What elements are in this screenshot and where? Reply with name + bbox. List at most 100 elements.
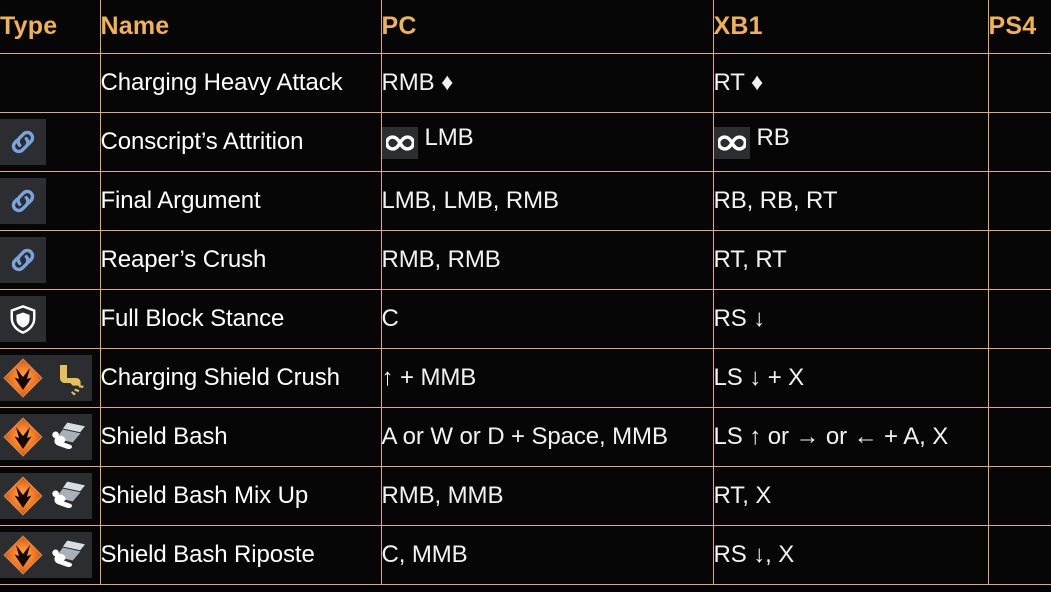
cell-move-name: Shield Bash Mix Up	[99, 465, 382, 526]
cell-xb1-input-label: RT, RT	[713, 245, 787, 273]
cell-pc-input: LMB, LMB, RMB	[380, 170, 714, 231]
cell-xb1-input: RB, RB, RT	[712, 170, 989, 231]
cell-ps4-input	[987, 524, 1051, 585]
cell-pc-input: A or W or D + Space, MMB	[380, 406, 714, 467]
shield-stance-icon	[0, 295, 46, 342]
cell-xb1-input-label: RB	[756, 124, 790, 151]
table-row: Charging Heavy Attack RMB ♦ RT ♦	[0, 52, 1051, 113]
cell-pc-input-label: RMB ♦	[381, 68, 454, 96]
cell-pc-input: RMB, RMB	[380, 229, 714, 290]
cell-move-name: Final Argument	[99, 170, 382, 231]
cell-type	[0, 111, 101, 172]
column-header-xb1[interactable]: XB1	[712, 0, 989, 54]
cell-move-name: Shield Bash Riposte	[99, 524, 382, 585]
table-row: Conscript’s Attrition LMB RB	[0, 111, 1051, 172]
cell-type	[0, 170, 101, 231]
table-row: Full Block Stance C RS ↓	[0, 288, 1051, 349]
cell-move-name: Full Block Stance	[99, 288, 382, 349]
cell-pc-input-label: C, MMB	[381, 540, 468, 568]
column-header-name[interactable]: Name	[99, 0, 382, 54]
cell-xb1-input-label: RT ♦	[713, 68, 764, 96]
cell-type	[0, 465, 101, 526]
cell-pc-input-label: LMB	[424, 124, 474, 151]
cell-ps4-input	[987, 465, 1051, 526]
cell-xb1-input-label: RB, RB, RT	[713, 186, 838, 214]
kick-boot-icon	[46, 354, 92, 401]
table-row: Shield Bash Mix Up RMB, MMB RT, X	[0, 465, 1051, 526]
cell-pc-input-label: LMB, LMB, RMB	[381, 186, 560, 214]
cell-ps4-input	[987, 170, 1051, 231]
unblockable-icon	[0, 472, 46, 519]
type-icon-group	[0, 472, 100, 519]
shield-bash-icon	[46, 413, 92, 460]
cell-xb1-input: LS ↓ + X	[712, 347, 989, 408]
cell-xb1-input: RS ↓	[712, 288, 989, 349]
cell-ps4-input	[987, 111, 1051, 172]
cell-xb1-input: RT, RT	[712, 229, 989, 290]
unblockable-icon	[0, 354, 46, 401]
cell-pc-input-label: RMB, RMB	[381, 245, 501, 273]
cell-pc-input-label: ↑ + MMB	[381, 363, 477, 391]
cell-pc-input: ↑ + MMB	[380, 347, 714, 408]
type-icon-group	[0, 118, 100, 165]
cell-pc-input: C	[380, 288, 714, 349]
cell-xb1-input-label: RS ↓, X	[713, 540, 795, 568]
table-row: Shield Bash Riposte C, MMB RS ↓, X	[0, 524, 1051, 585]
column-header-pc[interactable]: PC	[380, 0, 714, 54]
shield-bash-icon	[46, 472, 92, 519]
column-header-ps4[interactable]: PS4	[987, 0, 1051, 54]
cell-xb1-input-label: RT, X	[713, 481, 772, 509]
cell-ps4-input	[987, 229, 1051, 290]
type-icon-group	[0, 295, 100, 342]
cell-xb1-input: RT ♦	[712, 52, 989, 113]
cell-move-name: Reaper’s Crush	[99, 229, 382, 290]
cell-xb1-input: RS ↓, X	[712, 524, 989, 585]
moveset-table: Type Name PC XB1 PS4 Charging Heavy Atta…	[0, 0, 1051, 585]
chain-link-icon	[0, 177, 46, 224]
type-icon-group	[0, 531, 100, 578]
type-icon-group	[0, 354, 100, 401]
cell-move-name: Conscript’s Attrition	[99, 111, 382, 172]
type-icon-group	[0, 236, 100, 283]
cell-move-name: Charging Heavy Attack	[99, 52, 382, 113]
cell-xb1-input-label: LS ↑ or → or ← + A, X	[713, 422, 949, 450]
cell-xb1-input-label: RS ↓	[713, 304, 766, 332]
table-row: Charging Shield Crush ↑ + MMB LS ↓ + X	[0, 347, 1051, 408]
unblockable-icon	[0, 413, 46, 460]
cell-type	[0, 524, 101, 585]
cell-type	[0, 288, 101, 349]
cell-pc-input-label: C	[381, 304, 399, 332]
table-header: Type Name PC XB1 PS4	[0, 0, 1051, 54]
cell-ps4-input	[987, 288, 1051, 349]
table-row: Reaper’s Crush RMB, RMB RT, RT	[0, 229, 1051, 290]
table-row: Shield Bash A or W or D + Space, MMB LS ↑ …	[0, 406, 1051, 467]
cell-ps4-input	[987, 347, 1051, 408]
table-header-row: Type Name PC XB1 PS4	[0, 0, 1051, 54]
cell-pc-input: RMB ♦	[380, 52, 714, 113]
cell-xb1-input: RB	[712, 111, 989, 172]
type-icon-group	[0, 177, 100, 224]
table-body: Charging Heavy Attack RMB ♦ RT ♦ Conscript…	[0, 52, 1051, 585]
cell-type	[0, 52, 101, 113]
cell-type	[0, 347, 101, 408]
chain-link-icon	[0, 118, 46, 165]
infinity-icon	[381, 127, 418, 159]
cell-move-name: Shield Bash	[99, 406, 382, 467]
cell-ps4-input	[987, 52, 1051, 113]
table-row: Final Argument LMB, LMB, RMB RB, RB, RT	[0, 170, 1051, 231]
cell-ps4-input	[987, 406, 1051, 467]
cell-pc-input-label: RMB, MMB	[381, 481, 504, 509]
cell-move-name: Charging Shield Crush	[99, 347, 382, 408]
unblockable-icon	[0, 531, 46, 578]
cell-pc-input: LMB	[380, 111, 714, 172]
cell-xb1-input-label: LS ↓ + X	[713, 363, 805, 391]
cell-type	[0, 229, 101, 290]
cell-type	[0, 406, 101, 467]
type-icon-group	[0, 413, 100, 460]
cell-pc-input: RMB, MMB	[380, 465, 714, 526]
cell-pc-input: C, MMB	[380, 524, 714, 585]
shield-bash-icon	[46, 531, 92, 578]
cell-xb1-input: LS ↑ or → or ← + A, X	[712, 406, 989, 467]
column-header-type[interactable]: Type	[0, 0, 101, 54]
chain-link-icon	[0, 236, 46, 283]
